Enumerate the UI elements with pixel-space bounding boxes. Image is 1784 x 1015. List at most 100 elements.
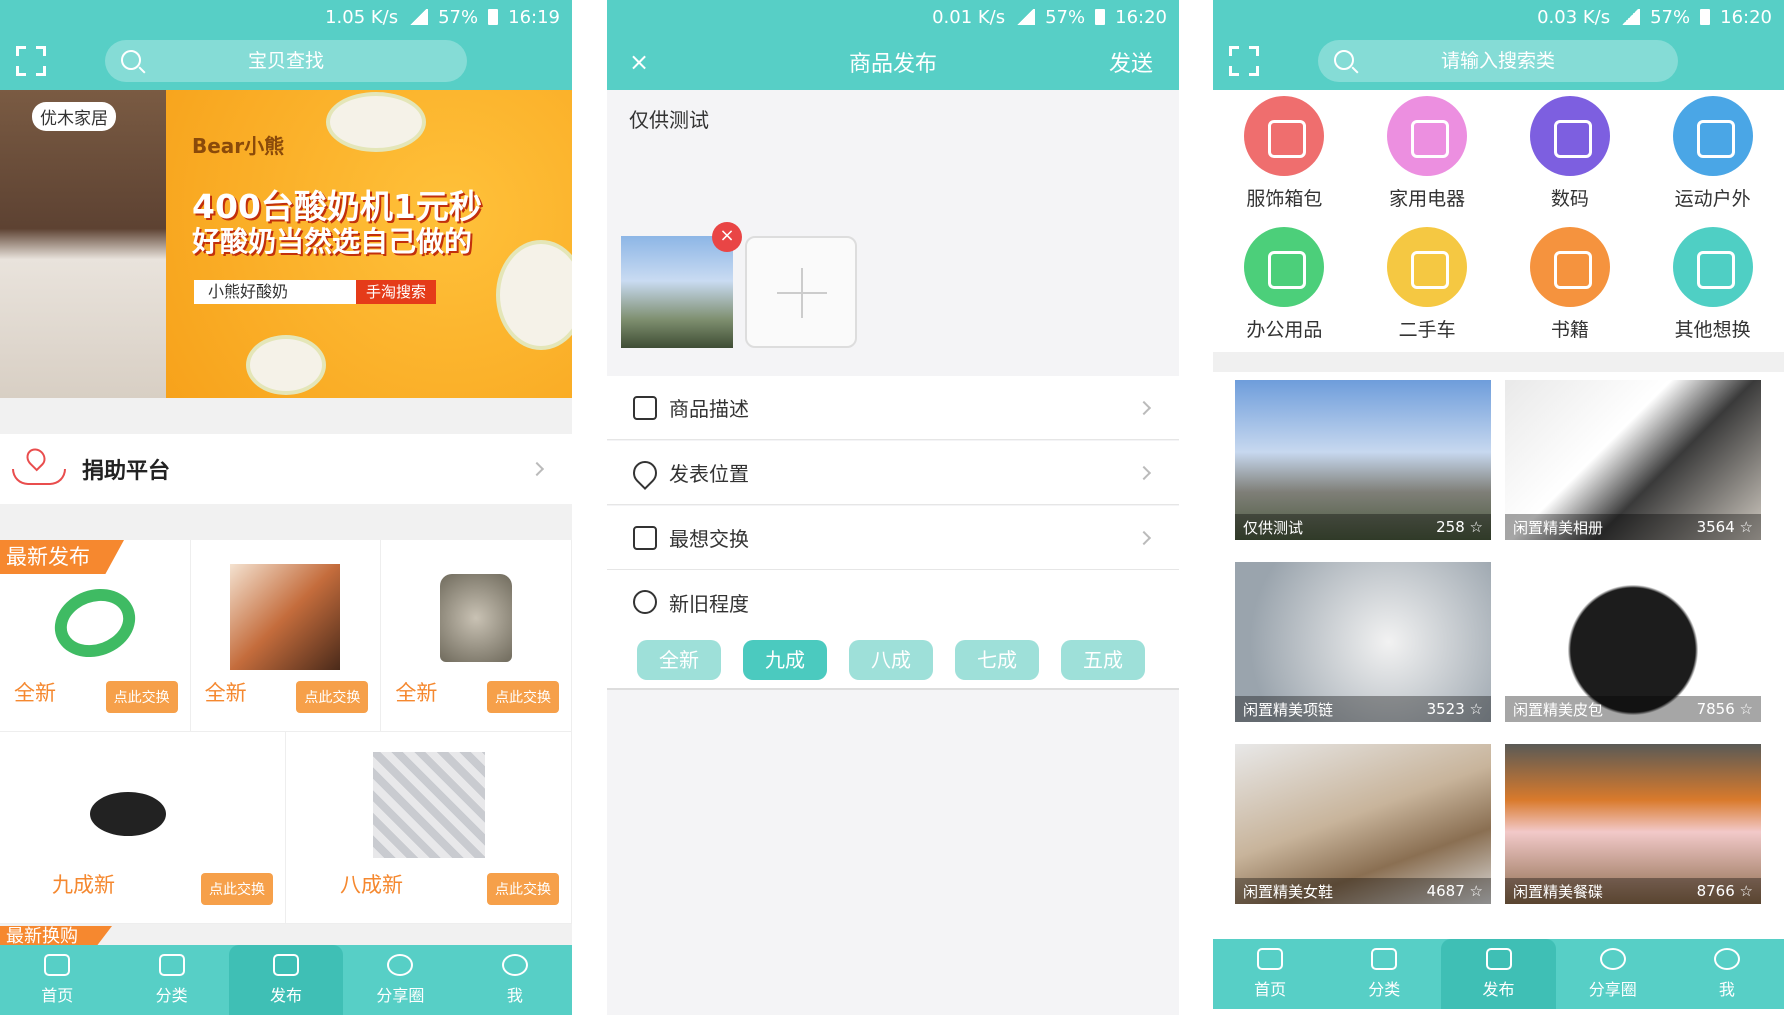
delete-photo-icon[interactable]: × — [712, 222, 742, 252]
category-cars[interactable]: 二手车 — [1356, 221, 1499, 352]
condition-label: 八成新 — [340, 873, 403, 897]
ad-logo: Bear小熊 — [192, 134, 285, 158]
item-caption: 闲置精美女鞋 4687 ☆ — [1235, 878, 1491, 904]
tab-category[interactable]: 分类 — [114, 945, 228, 1015]
bottom-tab-bar: 首页 分类 发布 分享圈 我 — [0, 945, 572, 1015]
like-count: 3564 ☆ — [1696, 518, 1753, 536]
condition-option[interactable]: 全新 — [637, 640, 721, 680]
product-card[interactable]: 全新 点此交换 — [381, 540, 572, 732]
close-icon[interactable]: × — [629, 48, 649, 76]
search-bar[interactable] — [105, 40, 467, 82]
category-digital[interactable]: 数码 — [1499, 90, 1642, 221]
chevron-right-icon — [1136, 400, 1152, 415]
user-icon — [501, 954, 528, 976]
item-caption: 仅供测试 258 ☆ — [1235, 514, 1491, 540]
yogurt-ad[interactable]: Bear小熊 400台酸奶机1元秒 好酸奶当然选自己做的 小熊好酸奶 手淘搜索 — [166, 90, 572, 398]
send-button[interactable]: 发送 — [1109, 46, 1153, 78]
product-card[interactable]: 八成新 点此交换 — [286, 732, 572, 924]
brand-label: 优木家居 — [32, 102, 116, 131]
item-tile[interactable]: 闲置精美项链 3523 ☆ — [1235, 562, 1491, 722]
edit-icon — [633, 395, 657, 420]
item-caption: 闲置精美相册 3564 ☆ — [1505, 514, 1761, 540]
product-grid-row2: 九成新 点此交换 八成新 点此交换 — [0, 732, 572, 924]
row-location[interactable]: 发表位置 — [607, 441, 1179, 505]
scan-icon[interactable] — [1229, 46, 1259, 76]
search-input[interactable] — [1372, 50, 1624, 72]
description-text[interactable]: 仅供测试 — [629, 104, 709, 133]
category-sports[interactable]: 运动户外 — [1641, 90, 1784, 221]
category-appliances[interactable]: 家用电器 — [1356, 90, 1499, 221]
item-tile[interactable]: 闲置精美皮包 7856 ☆ — [1505, 562, 1761, 722]
car-icon — [1387, 227, 1468, 307]
category-other[interactable]: 其他想换 — [1641, 221, 1784, 352]
battery-icon — [1095, 9, 1106, 25]
camera-icon — [1529, 96, 1610, 176]
pinwheel-icon — [387, 954, 414, 976]
donate-platform-row[interactable]: 捐助平台 — [0, 434, 572, 504]
swap-button[interactable]: 点此交换 — [296, 681, 369, 713]
tab-home[interactable]: 首页 — [0, 945, 114, 1015]
condition-label: 全新 — [395, 681, 438, 705]
item-tile[interactable]: 闲置精美相册 3564 ☆ — [1505, 380, 1761, 540]
item-tile[interactable]: 闲置精美女鞋 4687 ☆ — [1235, 744, 1491, 904]
add-photo-button[interactable] — [745, 236, 857, 348]
tab-home[interactable]: 首页 — [1213, 939, 1327, 1009]
product-card[interactable]: 九成新 点此交换 — [0, 732, 286, 924]
battery-level: 57% — [1650, 6, 1691, 28]
scan-icon[interactable] — [16, 46, 46, 76]
signal-icon — [1015, 9, 1036, 25]
tab-share[interactable]: 分享圈 — [343, 945, 457, 1015]
tab-me[interactable]: 我 — [458, 945, 572, 1015]
jacket-image — [440, 574, 513, 662]
bangle-image — [45, 577, 145, 669]
tab-publish[interactable]: 发布 — [1441, 939, 1556, 1009]
shirt-icon — [1244, 96, 1325, 176]
item-caption: 闲置精美餐碟 8766 ☆ — [1505, 878, 1761, 904]
search-input[interactable] — [159, 50, 413, 72]
item-grid: 仅供测试 258 ☆ 闲置精美相册 3564 ☆ 闲置精美项链 3523 ☆ 闲置精美… — [1235, 380, 1762, 904]
condition-option[interactable]: 八成 — [849, 640, 933, 680]
chevron-right-icon — [529, 461, 545, 477]
status-bar: 0.01 K/s 57% 16:20 — [607, 0, 1179, 34]
condition-option[interactable]: 五成 — [1061, 640, 1145, 680]
furniture-ad[interactable]: 优木家居 — [0, 90, 166, 398]
tab-publish[interactable]: 发布 — [228, 945, 344, 1015]
network-speed: 0.03 K/s — [1537, 6, 1611, 28]
condition-icon — [633, 590, 657, 614]
search-bar[interactable] — [1318, 40, 1678, 82]
like-count: 8766 ☆ — [1696, 882, 1753, 900]
search-icon — [1334, 50, 1354, 70]
swap-button[interactable]: 点此交换 — [487, 873, 559, 905]
tab-share[interactable]: 分享圈 — [1556, 939, 1670, 1009]
swap-button[interactable]: 点此交换 — [201, 873, 273, 905]
category-books[interactable]: 书籍 — [1499, 221, 1642, 352]
photo-thumbnail[interactable] — [621, 236, 733, 348]
product-card[interactable]: 全新 点此交换 — [190, 540, 382, 732]
item-caption: 闲置精美皮包 7856 ☆ — [1505, 696, 1761, 722]
network-speed: 0.01 K/s — [932, 6, 1006, 28]
latest-tag: 最新发布 — [0, 540, 124, 574]
item-tile[interactable]: 闲置精美餐碟 8766 ☆ — [1505, 744, 1761, 904]
camera-icon — [273, 954, 300, 976]
like-count: 258 ☆ — [1436, 518, 1483, 536]
condition-option[interactable]: 七成 — [955, 640, 1039, 680]
user-icon — [1713, 948, 1740, 970]
home-icon — [1257, 948, 1284, 970]
status-bar: 0.03 K/s 57% 16:20 — [1213, 0, 1784, 34]
promo-banner[interactable]: 优木家居 Bear小熊 400台酸奶机1元秒 好酸奶当然选自己做的 小熊好酸奶 … — [0, 90, 572, 398]
swap-button[interactable]: 点此交换 — [487, 681, 559, 713]
category-clothing[interactable]: 服饰箱包 — [1213, 90, 1356, 221]
tab-category[interactable]: 分类 — [1327, 939, 1441, 1009]
tab-me[interactable]: 我 — [1670, 939, 1784, 1009]
publish-screen: 0.01 K/s 57% 16:20 × 商品发布 发送 仅供测试 × 商品描述… — [607, 0, 1179, 1015]
category-office[interactable]: 办公用品 — [1213, 221, 1356, 352]
ad-search-button: 手淘搜索 — [356, 280, 436, 304]
clock: 16:20 — [1115, 6, 1167, 28]
row-description[interactable]: 商品描述 — [607, 376, 1179, 440]
swap-button[interactable]: 点此交换 — [105, 681, 178, 713]
row-exchange[interactable]: 最想交换 — [607, 506, 1179, 570]
item-tile[interactable]: 仅供测试 258 ☆ — [1235, 380, 1491, 540]
condition-option-selected[interactable]: 九成 — [743, 640, 827, 680]
battery-icon — [1700, 9, 1711, 25]
ad-search-text: 小熊好酸奶 — [194, 280, 356, 304]
